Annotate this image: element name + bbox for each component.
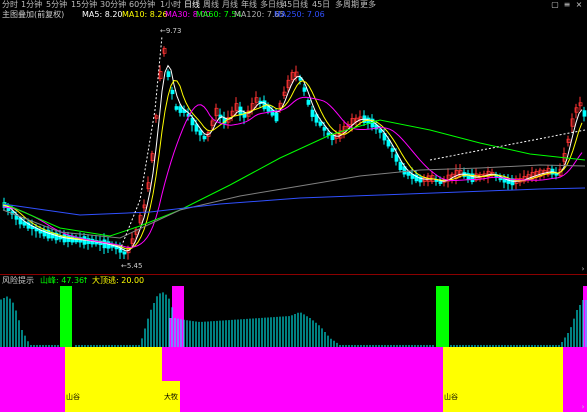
green-block-left	[60, 286, 72, 347]
candle-body	[262, 100, 267, 110]
candle-body	[318, 121, 323, 126]
candle-body	[398, 162, 403, 170]
indicator-fills	[0, 286, 587, 412]
candle-body	[194, 124, 199, 132]
low-price-label: ←5.45	[121, 262, 143, 270]
tab-45day-line[interactable]: 45日线	[282, 0, 308, 10]
candle-body	[202, 135, 207, 140]
candle-body	[306, 100, 311, 105]
tab-30min[interactable]: 30分钟	[100, 0, 126, 10]
tab-yearly[interactable]: 年线	[241, 0, 257, 10]
candles	[2, 46, 587, 260]
candle-body	[390, 148, 395, 152]
candle-body	[386, 139, 391, 147]
mountain-histogram	[0, 292, 587, 347]
candle-body	[330, 135, 335, 141]
valley-zone-right	[443, 347, 563, 412]
mountain-arrow-icon: ↑	[82, 276, 89, 285]
candle-body	[582, 110, 587, 117]
tab-15min[interactable]: 15分钟	[71, 0, 97, 10]
risk-indicator-chart[interactable]	[0, 286, 587, 412]
candle-body	[174, 106, 179, 110]
candle-body	[438, 181, 443, 184]
tab-monthly[interactable]: 月线	[222, 0, 238, 10]
close-icon[interactable]: ×	[573, 0, 585, 10]
tab-5min[interactable]: 5分钟	[46, 0, 67, 10]
main-chart-header: 主图叠加(前复权) MA5: 8.20 MA10: 8.26 MA30: 8.0…	[0, 10, 587, 20]
tab-60min[interactable]: 60分钟	[129, 0, 155, 10]
valley-label-right: 山谷	[444, 393, 458, 401]
tab-1hour[interactable]: 1小时	[160, 0, 181, 10]
indicator-header: 风险提示 山峰: 47.36 ↑ 大顶逃: 20.00	[0, 276, 587, 286]
candle-body	[178, 106, 183, 113]
period-toolbar: 分时 1分钟 5分钟 15分钟 30分钟 60分钟 1小时 日线 周线 月线 年…	[0, 0, 587, 10]
ma10-line	[2, 80, 583, 250]
candle-body	[322, 127, 327, 131]
main-indicator-name[interactable]: 主图叠加(前复权)	[2, 10, 64, 20]
high-price-label: ←9.73	[160, 27, 182, 35]
tab-1min[interactable]: 1分钟	[21, 0, 42, 10]
menu-icon[interactable]: ≡	[561, 0, 573, 10]
ma250-line	[2, 187, 586, 216]
tab-more[interactable]: 更多	[360, 0, 376, 10]
indicator-name[interactable]: 风险提示	[2, 276, 34, 286]
ma10-value: MA10: 8.26	[122, 10, 168, 19]
sub-scroll-right-icon[interactable]: ›	[579, 404, 587, 411]
candle-body	[198, 130, 203, 136]
tab-multi-period[interactable]: 多周期	[335, 0, 359, 10]
candlestick-chart[interactable]	[0, 20, 587, 274]
tab-fenshi[interactable]: 分时	[2, 0, 18, 10]
tab-multi-day[interactable]: 多日线	[260, 0, 284, 10]
trend-line-right	[429, 129, 586, 161]
tab-45day[interactable]: 45日	[312, 0, 330, 10]
panel-divider	[0, 274, 587, 275]
ma250-value: MA250: 7.06	[274, 10, 325, 19]
candle-body	[274, 112, 279, 122]
ma60-line	[2, 119, 586, 237]
candle-body	[310, 109, 315, 117]
green-block-right	[436, 286, 449, 347]
scroll-right-icon[interactable]: ›	[579, 266, 587, 273]
mountain-value: 山峰: 47.36	[40, 276, 85, 285]
candle-body	[166, 71, 171, 78]
top-escape-value: 大顶逃: 20.00	[92, 276, 145, 285]
valley-zone-left	[65, 347, 162, 412]
ma5-value: MA5: 8.20	[82, 10, 123, 19]
tab-daily[interactable]: 日线	[184, 0, 200, 10]
window-controls: ▢ ≡ ×	[549, 0, 585, 10]
tab-weekly[interactable]: 周线	[203, 0, 219, 10]
candle-body	[394, 154, 399, 162]
candle-body	[302, 87, 307, 92]
top-label-mid: 大牧	[164, 393, 178, 401]
candle-body	[170, 89, 175, 95]
restore-icon[interactable]: ▢	[549, 0, 561, 10]
candle-body	[122, 251, 127, 255]
valley-label-left: 山谷	[66, 393, 80, 401]
ma30-line	[2, 96, 583, 248]
moving-averages	[2, 35, 586, 252]
